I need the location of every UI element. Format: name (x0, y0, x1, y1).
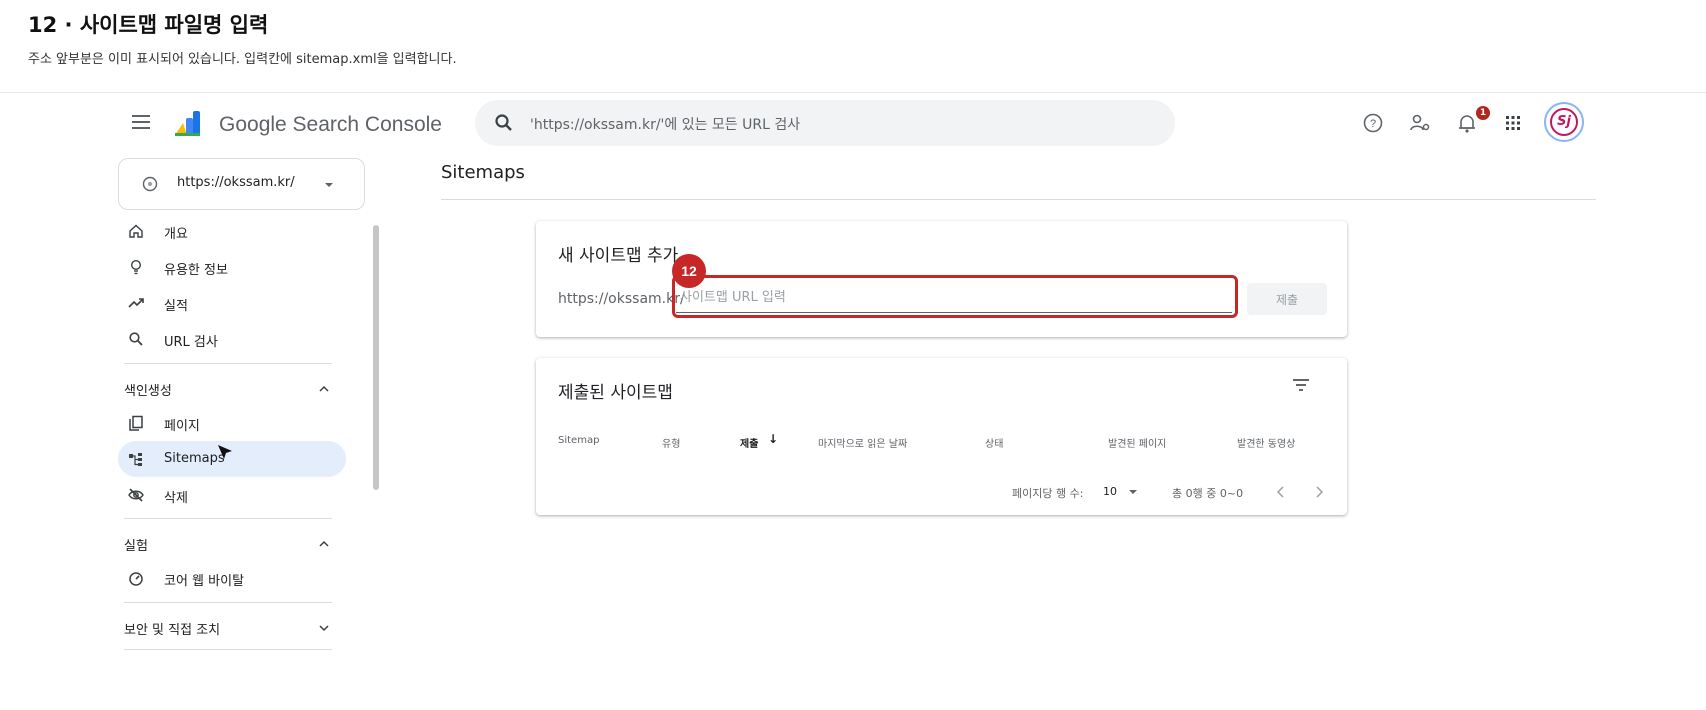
top-app-bar: Google Search Console 'https://okssam.kr… (110, 93, 1596, 157)
sidebar-nav: 개요 유용한 정보 실적 URL 검사 색인생성 페이지 Sitemaps 삭제… (118, 213, 368, 710)
column-header-last-read[interactable]: 마지막으로 읽은 날짜 (818, 435, 907, 450)
previous-page-icon[interactable] (1276, 486, 1286, 498)
property-selector[interactable]: https://okssam.kr/ (118, 158, 365, 210)
notification-badge: 1 (1476, 106, 1490, 120)
svg-text:?: ? (1370, 118, 1376, 130)
sidebar-item-label: URL 검사 (164, 335, 218, 350)
sidebar-divider (124, 518, 332, 519)
sidebar-item-insights[interactable]: 유용한 정보 (118, 249, 346, 285)
column-header-sitemap[interactable]: Sitemap (558, 435, 599, 446)
sidebar-item-label: 삭제 (164, 491, 188, 506)
chevron-down-icon (319, 625, 329, 632)
submit-button[interactable]: 제출 (1247, 283, 1327, 315)
sidebar-divider (124, 602, 332, 603)
url-prefix: https://okssam.kr/ (558, 291, 685, 307)
sidebar-item-pages[interactable]: 페이지 (118, 405, 346, 441)
sidebar-item-core-web-vitals[interactable]: 코어 웹 바이탈 (118, 560, 346, 596)
sidebar-item-label: 개요 (164, 227, 188, 242)
section-security[interactable]: 보안 및 직접 조치 (118, 612, 346, 642)
search-placeholder: 'https://okssam.kr/'에 있는 모든 URL 검사 (530, 117, 801, 133)
help-icon[interactable]: ? (1361, 111, 1385, 135)
pages-icon (129, 415, 143, 431)
search-console-window: Google Search Console 'https://okssam.kr… (110, 93, 1596, 710)
search-console-logo (175, 111, 200, 136)
globe-icon (142, 176, 158, 192)
mouse-pointer-icon (218, 445, 232, 459)
tutorial-subtitle: 주소 앞부분은 이미 표시되어 있습니다. 입력칸에 sitemap.xml을 … (28, 52, 457, 67)
manage-users-icon[interactable] (1408, 111, 1432, 135)
page-title-divider (441, 199, 1596, 200)
sitemap-icon (129, 453, 142, 466)
column-header-discovered-videos[interactable]: 발견한 동영상 (1237, 435, 1295, 450)
sidebar-divider (124, 649, 332, 650)
gauge-icon (129, 572, 143, 586)
rows-per-page-label: 페이지당 행 수: (1012, 487, 1084, 500)
sidebar-divider (124, 363, 332, 364)
column-header-discovered-pages[interactable]: 발견된 페이지 (1108, 435, 1166, 450)
sidebar-item-label: 실적 (164, 299, 188, 314)
section-label: 색인생성 (124, 384, 172, 399)
search-icon (495, 114, 512, 131)
sidebar-scrollbar[interactable] (373, 225, 379, 490)
sidebar-item-label: 유용한 정보 (164, 263, 228, 278)
chevron-down-icon[interactable] (1128, 489, 1138, 495)
next-page-icon[interactable] (1314, 486, 1324, 498)
tutorial-header: 12 · 사이트맵 파일명 입력 주소 앞부분은 이미 표시되어 있습니다. 입… (28, 10, 1678, 67)
column-header-status[interactable]: 상태 (985, 435, 1003, 450)
rows-per-page-select[interactable]: 10 (1103, 485, 1117, 498)
chevron-up-icon (319, 385, 329, 392)
step-number-badge: 12 (672, 254, 706, 288)
sidebar-item-url-inspection[interactable]: URL 검사 (118, 321, 346, 357)
menu-icon[interactable] (132, 115, 150, 129)
section-label: 실험 (124, 539, 148, 554)
section-experience[interactable]: 실험 (118, 528, 346, 558)
column-header-submitted[interactable]: 제출 (740, 435, 758, 450)
column-header-type[interactable]: 유형 (662, 435, 680, 450)
home-icon (129, 224, 143, 238)
chevron-up-icon (319, 540, 329, 547)
product-name: Google Search Console (219, 113, 442, 136)
search-icon (129, 332, 143, 346)
eye-off-icon (128, 488, 144, 502)
avatar-initials: Sj (1550, 108, 1578, 136)
sidebar-item-label: 페이지 (164, 419, 200, 434)
lightbulb-icon (130, 259, 142, 275)
tutorial-title: 12 · 사이트맵 파일명 입력 (28, 13, 269, 37)
apps-grid-icon[interactable] (1501, 111, 1525, 135)
step-highlight-box (672, 275, 1238, 318)
pagination-range: 총 0행 중 0~0 (1172, 487, 1244, 500)
sidebar-item-removals[interactable]: 삭제 (118, 477, 346, 513)
sidebar-item-performance[interactable]: 실적 (118, 285, 346, 321)
submitted-sitemaps-title: 제출된 사이트맵 (558, 383, 673, 403)
section-indexing[interactable]: 색인생성 (118, 373, 346, 403)
account-avatar[interactable]: Sj (1544, 102, 1584, 142)
property-url: https://okssam.kr/ (177, 175, 295, 190)
trending-icon (128, 298, 144, 308)
submitted-sitemaps-card: 제출된 사이트맵 Sitemap 유형 제출 ↓ 마지막으로 읽은 날짜 상태 … (536, 358, 1347, 515)
sidebar-item-overview[interactable]: 개요 (118, 213, 346, 249)
page-title: Sitemaps (441, 162, 525, 183)
section-label: 보안 및 직접 조치 (124, 623, 221, 638)
sort-down-arrow-icon[interactable]: ↓ (768, 432, 778, 446)
url-inspect-search[interactable]: 'https://okssam.kr/'에 있는 모든 URL 검사 (475, 100, 1175, 146)
sidebar-item-label: 코어 웹 바이탈 (164, 574, 245, 589)
add-sitemap-title: 새 사이트맵 추가 (558, 246, 679, 266)
filter-icon[interactable] (1292, 378, 1310, 392)
chevron-down-icon (325, 183, 333, 187)
